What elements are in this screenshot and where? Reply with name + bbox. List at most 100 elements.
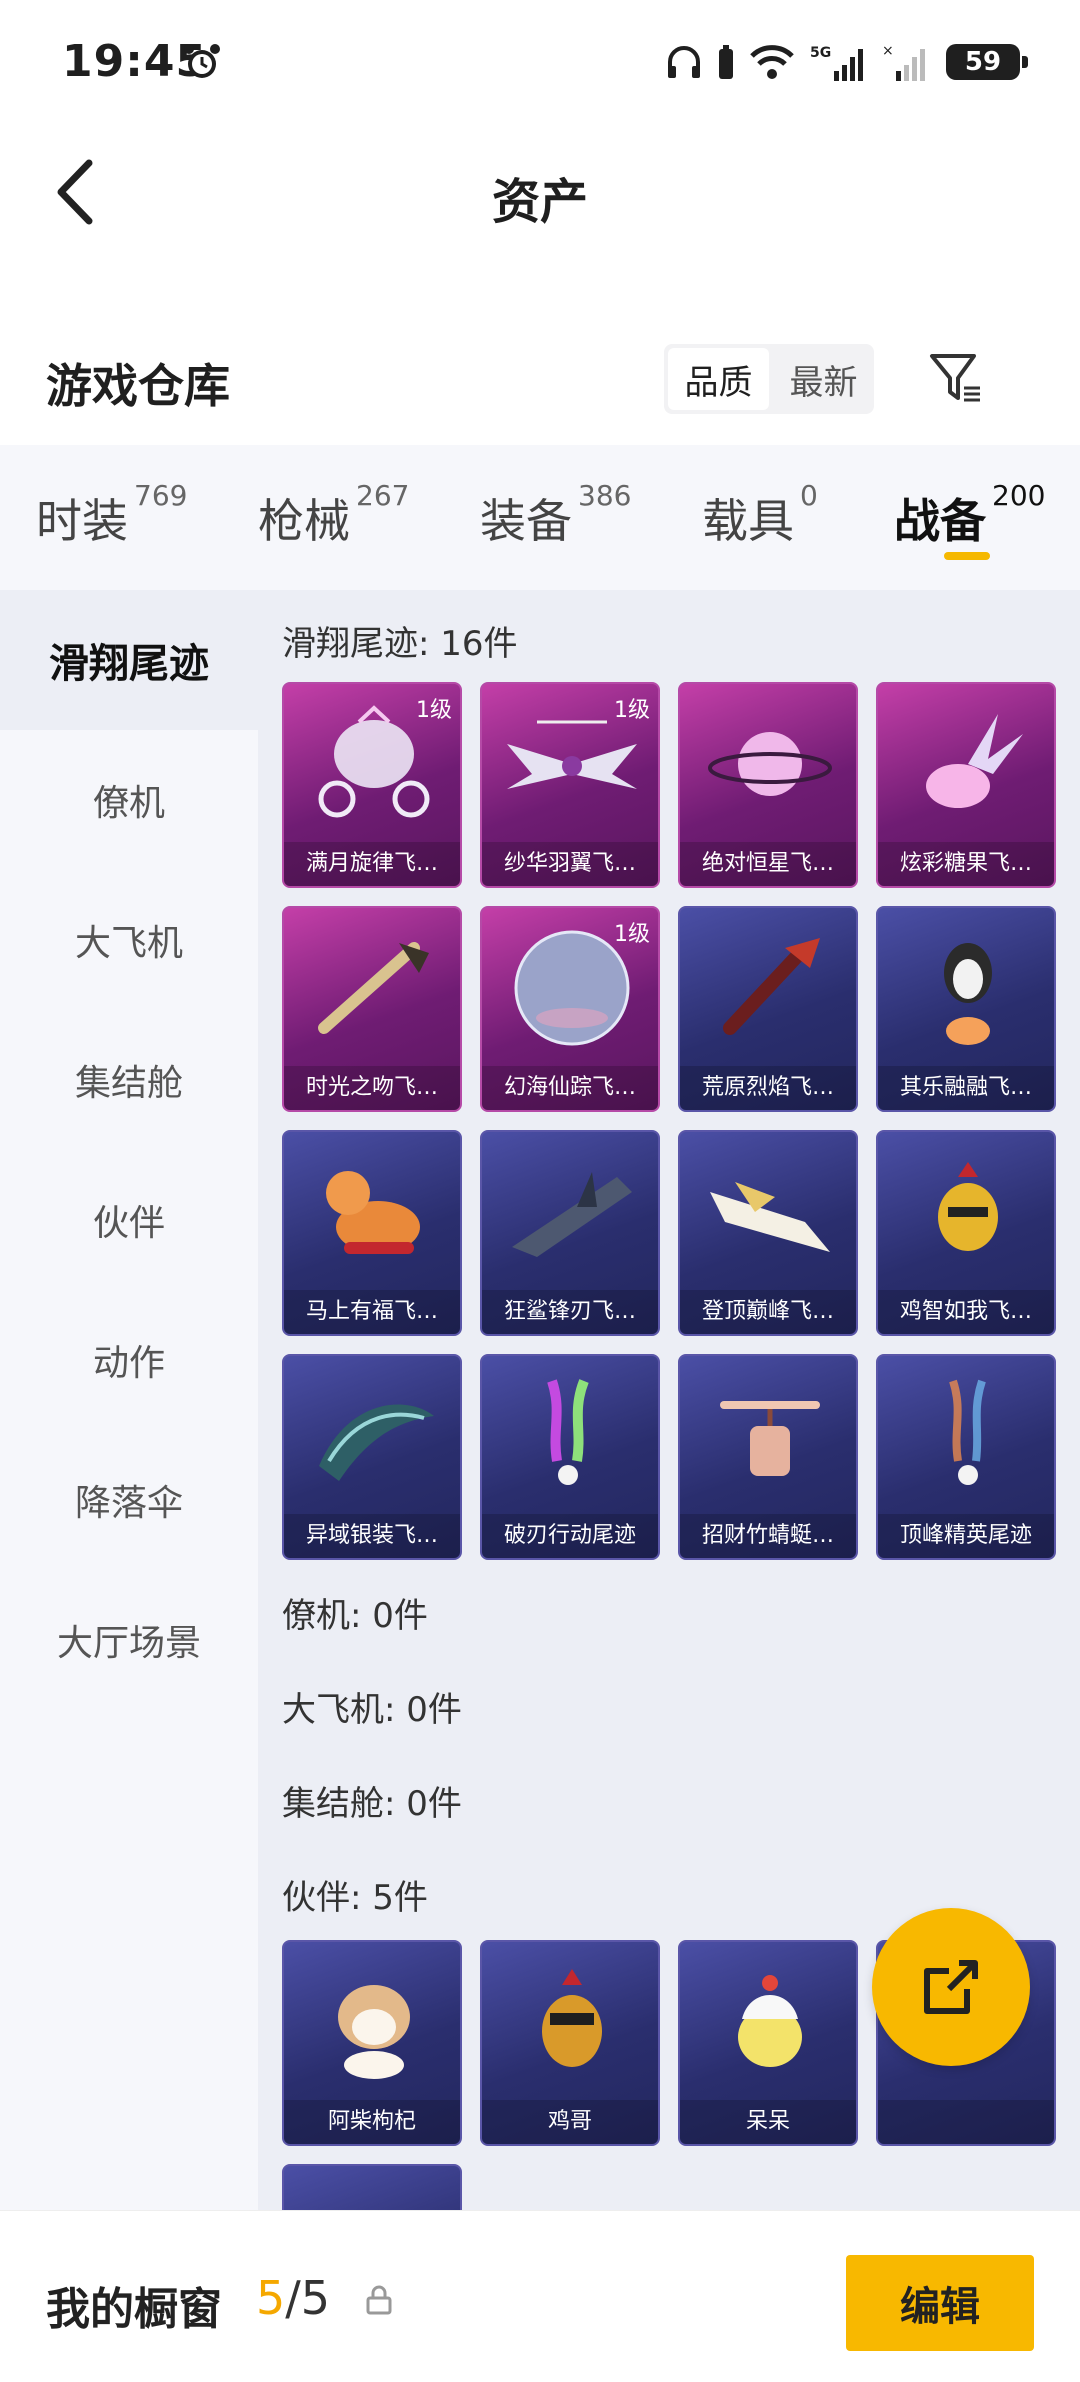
external-link-icon [924, 1960, 978, 2014]
item-name: 呆呆 [680, 2100, 856, 2144]
sort-quality-button[interactable]: 品质 [668, 348, 769, 410]
smoke-trail-art [482, 1356, 658, 1516]
showcase-separator: / [285, 2271, 301, 2325]
item-name: 顶峰精英尾迹 [878, 1514, 1054, 1558]
sidebar-item-lobby-scene[interactable]: 大厅场景 [0, 1570, 258, 1710]
chick-partner-art [680, 1942, 856, 2102]
signal-weak-icon: × [882, 43, 925, 81]
lock-icon [366, 2285, 392, 2315]
showcase-count: 5/5 [256, 2271, 330, 2325]
tab-vehicles[interactable]: 载具 0 [702, 479, 818, 551]
item-card[interactable]: 1级 满月旋律飞… [282, 682, 462, 888]
item-card[interactable]: 炫彩糖果飞… [876, 682, 1056, 888]
tab-firearms[interactable]: 枪械 267 [258, 479, 409, 551]
wifi-icon [750, 45, 794, 79]
item-card[interactable]: 绝对恒星飞… [678, 682, 858, 888]
sidebar-item-glide-trail[interactable]: 滑翔尾迹 [0, 590, 258, 730]
item-name: 纱华羽翼飞… [482, 842, 658, 886]
shiba-partner-art [284, 1942, 460, 2102]
section-title-plane: 大飞机: 0件 [282, 1690, 462, 1730]
item-card[interactable]: 鸡哥 [480, 1940, 660, 2146]
item-name: 破刃行动尾迹 [482, 1514, 658, 1558]
sidebar-item-capsule[interactable]: 集结舱 [0, 1010, 258, 1150]
item-name: 马上有福飞… [284, 1290, 460, 1334]
kiss-trail-art [284, 908, 460, 1068]
sidebar-item-emote[interactable]: 动作 [0, 1290, 258, 1430]
showcase-bar: 我的橱窗 5/5 编辑 [0, 2210, 1080, 2382]
elite-trail-art [878, 1356, 1054, 1516]
earbud-battery-icon [719, 45, 733, 79]
item-card[interactable]: 其乐融融飞… [876, 906, 1056, 1112]
item-level: 1级 [416, 698, 452, 723]
item-level: 1级 [614, 922, 650, 947]
sort-toggle: 品质 最新 [664, 344, 874, 414]
item-card[interactable]: 1级 纱华羽翼飞… [480, 682, 660, 888]
tab-count: 769 [134, 479, 188, 512]
item-level: 1级 [614, 698, 650, 723]
section-title-glide: 滑翔尾迹: 16件 [282, 624, 518, 664]
sidebar-item-wingman[interactable]: 僚机 [0, 730, 258, 870]
item-name: 鸡哥 [482, 2100, 658, 2144]
sub-category-sidebar: 滑翔尾迹 僚机 大飞机 集结舱 伙伴 动作 降落伞 大厅场景 [0, 590, 258, 2210]
item-card[interactable]: 破刃行动尾迹 [480, 1354, 660, 1560]
section-title-wingman: 僚机: 0件 [282, 1596, 428, 1636]
category-tabs: 时装 769 枪械 267 装备 386 载具 0 战备 200 [0, 445, 1080, 590]
active-tab-indicator [944, 552, 990, 560]
penguin-trail-art [878, 908, 1054, 1068]
section-title-partner: 伙伴: 5件 [282, 1878, 428, 1918]
item-card[interactable]: 呆呆 [678, 1940, 858, 2146]
item-card[interactable]: 招财竹蜻蜓… [678, 1354, 858, 1560]
item-name: 招财竹蜻蜓… [680, 1514, 856, 1558]
dragonfly-trail-art [680, 1356, 856, 1516]
item-card[interactable]: 鸡智如我飞… [876, 1130, 1056, 1336]
filter-icon [930, 354, 980, 402]
pony-trail-art [284, 1132, 460, 1292]
svg-text:5G: 5G [810, 45, 831, 61]
sidebar-item-partner[interactable]: 伙伴 [0, 1150, 258, 1290]
tab-fashion[interactable]: 时装 769 [36, 479, 187, 551]
alarm-icon [184, 44, 220, 78]
showcase-current: 5 [256, 2271, 286, 2325]
item-name: 其乐融融飞… [878, 1066, 1054, 1110]
item-card[interactable]: 顶峰精英尾迹 [876, 1354, 1056, 1560]
item-card[interactable]: 狂鲨锋刃飞… [480, 1130, 660, 1336]
item-name: 时光之吻飞… [284, 1066, 460, 1110]
battery-indicator: 59 [946, 44, 1028, 80]
item-card[interactable]: 荒原烈焰飞… [678, 906, 858, 1112]
item-card[interactable]: 登顶巅峰飞… [678, 1130, 858, 1336]
tab-equipment[interactable]: 装备 386 [480, 479, 631, 551]
item-name: 荒原烈焰飞… [680, 1066, 856, 1110]
item-card[interactable]: 1级 幻海仙踪飞… [480, 906, 660, 1112]
svg-text:×: × [882, 43, 894, 59]
tab-count: 200 [992, 479, 1046, 512]
status-bar: 19:45 5G × 59 [0, 0, 1080, 120]
item-card[interactable]: 时光之吻飞… [282, 906, 462, 1112]
edit-button[interactable]: 编辑 [846, 2255, 1034, 2351]
sidebar-item-parachute[interactable]: 降落伞 [0, 1430, 258, 1570]
item-name [878, 2100, 1054, 2144]
tab-readiness[interactable]: 战备 200 [894, 479, 1045, 551]
warehouse-header: 游戏仓库 品质 最新 [0, 330, 1080, 440]
showcase-total: 5 [300, 2271, 331, 2325]
headphone-icon [668, 46, 700, 78]
sort-newest-button[interactable]: 最新 [773, 344, 874, 414]
sidebar-item-big-plane[interactable]: 大飞机 [0, 870, 258, 1010]
share-button[interactable] [872, 1908, 1030, 2066]
tab-label: 载具 [702, 494, 794, 548]
tab-count: 0 [800, 479, 818, 512]
item-name: 幻海仙踪飞… [482, 1066, 658, 1110]
item-card[interactable]: 异域银装飞… [282, 1354, 462, 1560]
tab-label: 装备 [480, 494, 572, 548]
item-card[interactable]: 马上有福飞… [282, 1130, 462, 1336]
item-name: 异域银装飞… [284, 1514, 460, 1558]
item-name: 登顶巅峰飞… [680, 1290, 856, 1334]
item-card[interactable] [282, 2164, 462, 2210]
summit-trail-art [680, 1132, 856, 1292]
candy-trail-art [878, 684, 1054, 844]
warehouse-title: 游戏仓库 [46, 359, 230, 413]
item-card[interactable]: 阿柴枸杞 [282, 1940, 462, 2146]
tab-label: 枪械 [258, 494, 350, 548]
filter-button[interactable] [926, 348, 986, 408]
silver-trail-art [284, 1356, 460, 1516]
flame-trail-art [680, 908, 856, 1068]
